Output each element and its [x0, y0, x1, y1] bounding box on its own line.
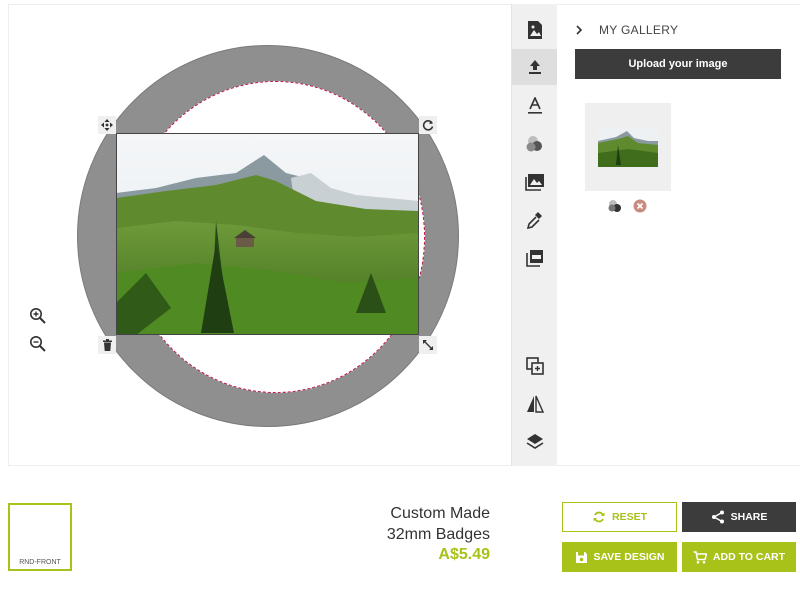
tool-duplicate[interactable] — [512, 348, 558, 384]
floppy-disk-icon — [575, 551, 587, 563]
resize-handle[interactable] — [419, 336, 437, 354]
save-design-label: SAVE DESIGN — [593, 551, 665, 563]
move-handle[interactable] — [98, 116, 116, 134]
add-to-cart-label: ADD TO CART — [712, 551, 786, 563]
gallery-title: MY GALLERY — [599, 23, 679, 37]
reset-label: RESET — [611, 511, 647, 523]
upload-image-button[interactable]: Upload your image — [575, 49, 781, 79]
pdf-icon — [526, 250, 543, 267]
image-file-icon — [528, 21, 542, 39]
product-name-line1: Custom Made — [390, 505, 490, 522]
badge-designer: MY GALLERY Upload your image RND-FRONT C… — [0, 0, 800, 596]
tool-sidebar — [511, 4, 558, 466]
add-to-cart-button[interactable]: ADD TO CART — [682, 542, 796, 572]
tool-upload[interactable] — [512, 49, 558, 85]
share-button[interactable]: SHARE — [682, 502, 796, 532]
thumbnail-color-button[interactable] — [607, 199, 623, 218]
side-preview-front[interactable]: RND-FRONT — [8, 503, 72, 571]
product-name-line2: 32mm Badges — [386, 526, 490, 543]
text-icon — [528, 97, 542, 114]
tool-colors[interactable] — [512, 126, 558, 162]
gallery-header[interactable]: MY GALLERY — [575, 23, 678, 37]
product-info: Custom Made 32mm Badges A$5.49 — [387, 503, 490, 565]
gallery-thumbnail[interactable] — [585, 103, 671, 191]
thumbnail-actions — [607, 199, 647, 218]
preview-label: RND-FRONT — [19, 559, 61, 566]
delete-handle[interactable] — [98, 336, 116, 354]
remove-circle-icon — [633, 199, 647, 213]
tool-add-image[interactable] — [512, 12, 558, 48]
refresh-icon — [593, 511, 605, 523]
zoom-in-icon — [30, 308, 46, 324]
design-canvas[interactable] — [8, 4, 511, 466]
tool-pdf[interactable] — [512, 240, 558, 276]
layers-icon — [526, 434, 544, 449]
tool-layers[interactable] — [512, 424, 558, 460]
tool-backgrounds[interactable] — [512, 164, 558, 200]
product-price: A$5.49 — [438, 546, 490, 563]
share-label: SHARE — [730, 511, 768, 523]
share-icon — [711, 510, 724, 524]
thumbnail-image — [598, 127, 658, 167]
duplicate-icon — [526, 357, 544, 375]
rotate-handle[interactable] — [419, 116, 437, 134]
reset-button[interactable]: RESET — [562, 502, 677, 532]
selection-frame — [116, 133, 419, 335]
save-design-button[interactable]: SAVE DESIGN — [562, 542, 677, 572]
tool-text[interactable] — [512, 88, 558, 124]
thumbnail-delete-button[interactable] — [633, 199, 647, 218]
zoom-in-button[interactable] — [27, 305, 49, 327]
tool-color-picker[interactable] — [512, 202, 558, 238]
move-icon — [101, 119, 113, 131]
eyedropper-icon — [527, 212, 542, 229]
upload-icon — [529, 60, 541, 74]
cart-icon — [693, 550, 707, 564]
trash-icon — [102, 339, 112, 351]
tool-flip[interactable] — [512, 386, 558, 422]
color-circles-icon — [526, 136, 542, 152]
rotate-icon — [422, 120, 434, 131]
flip-icon — [527, 395, 544, 413]
gallery-panel: MY GALLERY Upload your image — [557, 4, 800, 466]
resize-icon — [423, 340, 433, 350]
zoom-out-icon — [30, 336, 46, 352]
chevron-right-icon — [576, 25, 583, 35]
color-circles-icon — [608, 200, 621, 212]
zoom-out-button[interactable] — [27, 333, 49, 355]
picture-icon — [525, 174, 544, 191]
